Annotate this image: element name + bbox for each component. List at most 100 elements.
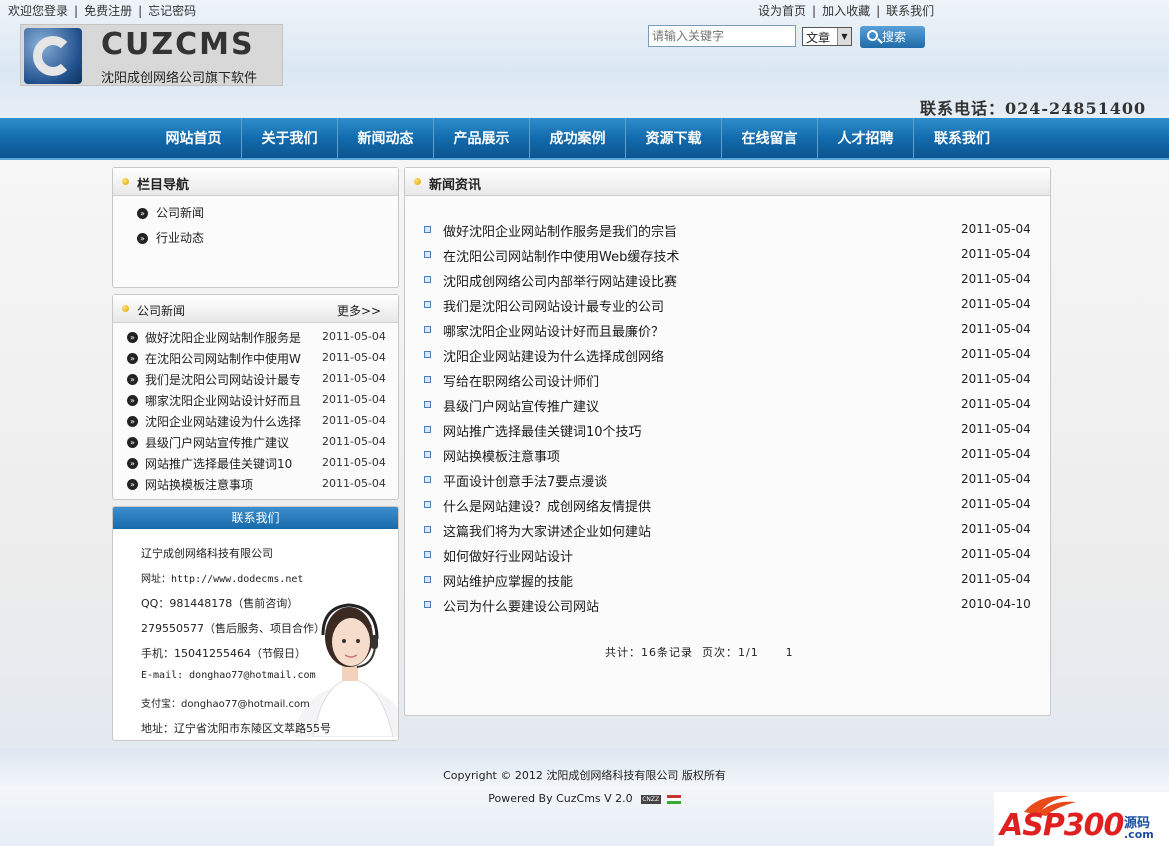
list-item-title[interactable]: 沈阳企业网站建设为什么选择 (145, 413, 305, 430)
list-item-title[interactable]: 网站推广选择最佳关键词10 (145, 455, 305, 472)
list-item[interactable]: » 县级门户网站宣传推广建议 2011-05-04 (125, 434, 393, 454)
list-item[interactable]: » 哪家沈阳企业网站设计好而且 2011-05-04 (125, 392, 393, 412)
contact-panel: 联系我们 辽宁成创网络科技有限公司 网址：http://www.dodecms.… (112, 506, 399, 741)
news-title[interactable]: 这篇我们将为大家讲述企业如何建站 (443, 521, 651, 540)
sidebar-item-industry[interactable]: » 行业动态 (137, 229, 204, 246)
list-item-title[interactable]: 做好沈阳企业网站制作服务是 (145, 329, 305, 346)
list-item[interactable]: » 做好沈阳企业网站制作服务是 2011-05-04 (125, 329, 393, 349)
account-links: 欢迎您登录 | 免费注册 | 忘记密码 (8, 4, 197, 18)
news-row[interactable]: 网站维护应掌握的技能 2011-05-04 (421, 571, 1031, 596)
nav-item-guestbook[interactable]: 在线留言 (722, 118, 818, 160)
double-arrow-icon: » (127, 479, 138, 490)
cnzz-badge[interactable]: CNZZ (640, 794, 661, 804)
bullet-square-icon (424, 501, 431, 508)
list-item[interactable]: » 我们是沈阳公司网站设计最专 2011-05-04 (125, 371, 393, 391)
list-item-title[interactable]: 县级门户网站宣传推广建议 (145, 434, 305, 451)
sidebar-item-company-news[interactable]: » 公司新闻 (137, 204, 204, 221)
news-title[interactable]: 哪家沈阳企业网站设计好而且最廉价？ (443, 321, 664, 340)
news-date: 2011-05-04 (961, 347, 1031, 361)
news-row[interactable]: 县级门户网站宣传推广建议 2011-05-04 (421, 396, 1031, 421)
news-date: 2011-05-04 (961, 547, 1031, 561)
site-logo[interactable]: CUZCMS 沈阳成创网络公司旗下软件 (20, 24, 283, 86)
news-row[interactable]: 如何做好行业网站设计 2011-05-04 (421, 546, 1031, 571)
news-row[interactable]: 沈阳企业网站建设为什么选择成创网络 2011-05-04 (421, 346, 1031, 371)
list-item[interactable]: » 在沈阳公司网站制作中使用W 2011-05-04 (125, 350, 393, 370)
news-date: 2011-05-04 (961, 522, 1031, 536)
contact-us-link[interactable]: 联系我们 (886, 4, 934, 18)
bullet-square-icon (424, 351, 431, 358)
list-item[interactable]: » 网站推广选择最佳关键词10 2011-05-04 (125, 455, 393, 475)
nav-item-news[interactable]: 新闻动态 (338, 118, 434, 160)
nav-item-about[interactable]: 关于我们 (242, 118, 338, 160)
search-button[interactable]: 搜索 (860, 26, 925, 48)
category-nav-title: 栏目导航 (137, 178, 190, 193)
news-row[interactable]: 哪家沈阳企业网站设计好而且最廉价？ 2011-05-04 (421, 321, 1031, 346)
nav-item-products[interactable]: 产品展示 (434, 118, 530, 160)
news-title[interactable]: 网站维护应掌握的技能 (443, 571, 573, 590)
copyright-text: Copyright © 2012 沈阳成创网络科技有限公司 版权所有 (443, 769, 726, 782)
news-row[interactable]: 平面设计创意手法7要点漫谈 2011-05-04 (421, 471, 1031, 496)
news-title[interactable]: 在沈阳公司网站制作中使用Web缓存技术 (443, 246, 679, 265)
nav-item-downloads[interactable]: 资源下载 (626, 118, 722, 160)
contact-qq-presale: QQ：981448178（售前咨询） (141, 597, 299, 610)
contact-website[interactable]: 网址：http://www.dodecms.net (141, 570, 303, 585)
list-item-date: 2011-05-04 (322, 414, 386, 427)
news-title[interactable]: 什么是网站建设？成创网络友情提供 (443, 496, 651, 515)
list-item-date: 2011-05-04 (322, 393, 386, 406)
news-row[interactable]: 在沈阳公司网站制作中使用Web缓存技术 2011-05-04 (421, 246, 1031, 271)
more-link[interactable]: 更多>> (337, 302, 381, 319)
set-homepage-link[interactable]: 设为首页 (758, 4, 806, 18)
news-row[interactable]: 公司为什么要建设公司网站 2010-04-10 (421, 596, 1031, 621)
news-title[interactable]: 沈阳成创网络公司内部举行网站建设比赛 (443, 271, 677, 290)
list-item[interactable]: » 沈阳企业网站建设为什么选择 2011-05-04 (125, 413, 393, 433)
pagination[interactable]: 共计：16条记录 页次：1/1 1 (605, 644, 794, 660)
watermark-domain: .com (1124, 828, 1154, 841)
news-title[interactable]: 网站推广选择最佳关键词10个技巧 (443, 421, 642, 440)
search-category-select[interactable]: 文章 ▼ (802, 27, 852, 46)
bullet-square-icon (424, 551, 431, 558)
double-arrow-icon: » (137, 208, 148, 219)
news-row[interactable]: 我们是沈阳公司网站设计最专业的公司 2011-05-04 (421, 296, 1031, 321)
contact-email[interactable]: E-mail: donghao77@hotmail.com (141, 670, 316, 681)
news-row[interactable]: 什么是网站建设？成创网络友情提供 2011-05-04 (421, 496, 1031, 521)
news-panel-header: 新闻资讯 (405, 168, 1050, 196)
add-favorite-link[interactable]: 加入收藏 (822, 4, 870, 18)
nav-item-contact[interactable]: 联系我们 (914, 118, 1010, 160)
news-row[interactable]: 写给在职网络公司设计师们 2011-05-04 (421, 371, 1031, 396)
news-title[interactable]: 我们是沈阳公司网站设计最专业的公司 (443, 296, 664, 315)
list-item-title[interactable]: 我们是沈阳公司网站设计最专 (145, 371, 305, 388)
news-row[interactable]: 沈阳成创网络公司内部举行网站建设比赛 2011-05-04 (421, 271, 1031, 296)
news-title[interactable]: 网站换模板注意事项 (443, 446, 560, 465)
news-row[interactable]: 网站换模板注意事项 2011-05-04 (421, 446, 1031, 471)
news-title[interactable]: 县级门户网站宣传推广建议 (443, 396, 599, 415)
search-category-value: 文章 (806, 31, 831, 45)
double-arrow-icon: » (137, 233, 148, 244)
news-row[interactable]: 这篇我们将为大家讲述企业如何建站 2011-05-04 (421, 521, 1031, 546)
register-link[interactable]: 免费注册 (84, 4, 132, 18)
news-title[interactable]: 写给在职网络公司设计师们 (443, 371, 599, 390)
news-title[interactable]: 沈阳企业网站建设为什么选择成创网络 (443, 346, 664, 365)
news-row[interactable]: 做好沈阳企业网站制作服务是我们的宗旨 2011-05-04 (421, 221, 1031, 246)
bullet-square-icon (424, 526, 431, 533)
powered-by-text[interactable]: Powered By CuzCms V 2.0 (488, 792, 632, 805)
bullet-square-icon (424, 576, 431, 583)
login-link[interactable]: 欢迎您登录 (8, 4, 68, 18)
search-input[interactable] (648, 25, 796, 47)
sidebar-item-label: 公司新闻 (156, 206, 205, 220)
list-item[interactable]: » 网站换模板注意事项 2011-05-04 (125, 476, 393, 496)
news-title[interactable]: 平面设计创意手法7要点漫谈 (443, 471, 607, 490)
nav-item-jobs[interactable]: 人才招聘 (818, 118, 914, 160)
list-item-title[interactable]: 网站换模板注意事项 (145, 476, 305, 493)
forgot-password-link[interactable]: 忘记密码 (148, 4, 196, 18)
nav-item-home[interactable]: 网站首页 (146, 118, 242, 160)
list-item-title[interactable]: 在沈阳公司网站制作中使用W (145, 350, 305, 367)
news-date: 2011-05-04 (961, 222, 1031, 236)
list-item-title[interactable]: 哪家沈阳企业网站设计好而且 (145, 392, 305, 409)
nav-item-cases[interactable]: 成功案例 (530, 118, 626, 160)
news-title[interactable]: 做好沈阳企业网站制作服务是我们的宗旨 (443, 221, 677, 240)
news-date: 2011-05-04 (961, 447, 1031, 461)
news-date: 2011-05-04 (961, 247, 1031, 261)
news-row[interactable]: 网站推广选择最佳关键词10个技巧 2011-05-04 (421, 421, 1031, 446)
news-title[interactable]: 公司为什么要建设公司网站 (443, 596, 599, 615)
news-title[interactable]: 如何做好行业网站设计 (443, 546, 573, 565)
